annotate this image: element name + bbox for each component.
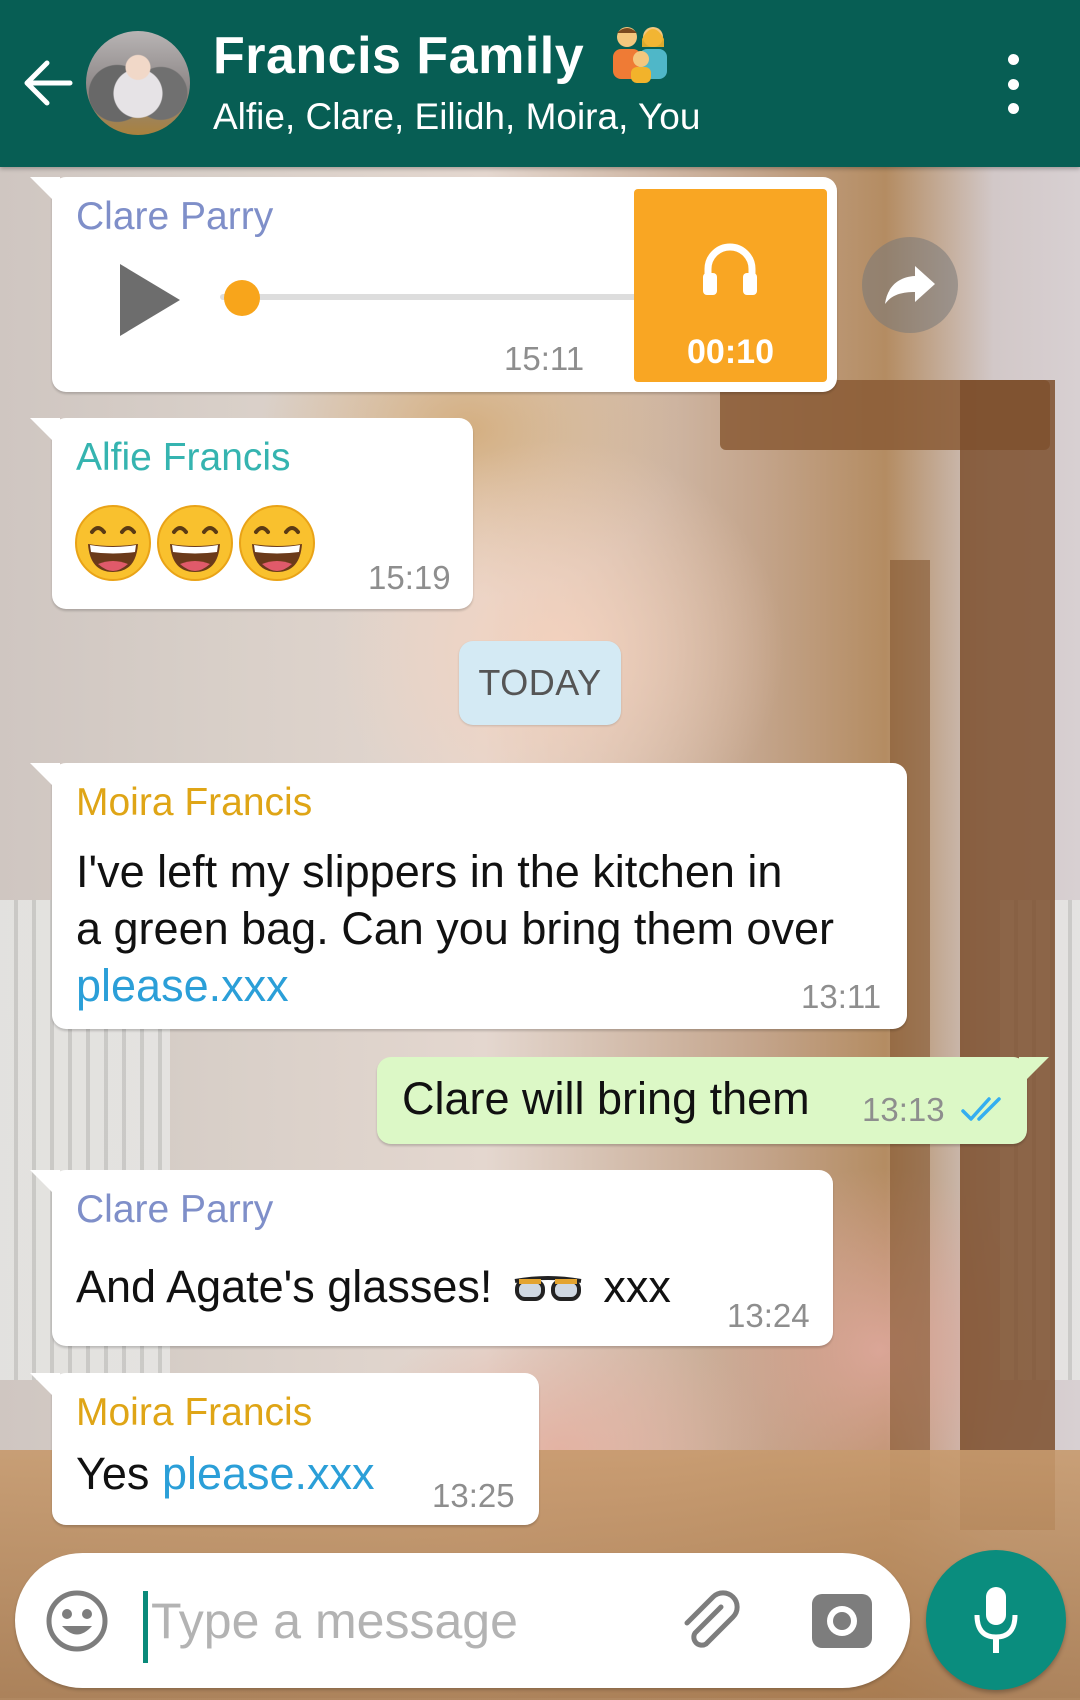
message-input[interactable]: [151, 1587, 631, 1655]
chat-header: Francis Family Alfie, Clare, Eilidh, Moi…: [0, 0, 1080, 167]
sender-name: Clare Parry: [76, 1188, 274, 1231]
grinning-face-icon: [75, 505, 151, 581]
back-button[interactable]: [18, 48, 78, 118]
forward-icon: [885, 266, 935, 304]
voice-thumbnail: 00:10: [634, 189, 827, 382]
double-check-read-icon: [961, 1097, 1001, 1121]
emoji-icon[interactable]: [45, 1589, 109, 1653]
grinning-face-icon: [239, 505, 315, 581]
voice-message-bubble: Clare Parry 15:11 00:10: [30, 177, 837, 392]
family-icon: [613, 27, 668, 84]
message-text: Clare will bring them: [402, 1073, 810, 1124]
message-line: I've left my slippers in the kitchen in: [76, 846, 783, 897]
date-divider: TODAY: [459, 641, 621, 725]
voice-duration: 00:10: [687, 333, 774, 371]
voice-progress-handle[interactable]: [224, 280, 260, 316]
paperclip-icon[interactable]: [675, 1587, 745, 1657]
headphones-icon: [703, 243, 757, 295]
more-options-button[interactable]: [995, 54, 1031, 114]
message-text: And Agate's glasses! xxx: [76, 1258, 671, 1315]
message-text-part: xxx: [603, 1261, 671, 1312]
emoji-row: [74, 504, 320, 582]
message-time: 15:19: [368, 559, 451, 596]
forward-button[interactable]: [862, 237, 958, 333]
message-bubble: Moira Francis Yes please.xxx 13:25: [30, 1373, 539, 1525]
sender-name: Moira Francis: [76, 1391, 313, 1434]
message-bubble: Moira Francis I've left my slippers in t…: [30, 763, 907, 1029]
play-icon[interactable]: [114, 260, 184, 340]
outgoing-message-bubble: Clare will bring them 13:13: [377, 1057, 1049, 1144]
message-composer: [15, 1553, 910, 1688]
arrow-left-icon: [24, 60, 73, 106]
message-bubble: Clare Parry And Agate's glasses! xxx 13:…: [30, 1170, 833, 1346]
menu-dot: [1007, 103, 1019, 114]
voice-record-button[interactable]: [926, 1550, 1066, 1690]
message-bubble: Alfie Francis 15:19: [30, 418, 473, 609]
text-cursor: [143, 1591, 148, 1663]
message-time: 13:11: [801, 978, 882, 1015]
voice-progress-track[interactable]: [220, 294, 645, 300]
sender-name: Clare Parry: [76, 195, 274, 238]
group-title-text: Francis Family: [213, 27, 585, 85]
camera-icon[interactable]: [810, 1588, 874, 1652]
message-time: 13:13: [862, 1091, 945, 1128]
message-text-part: Yes: [76, 1448, 150, 1499]
message-time: 13:24: [727, 1297, 810, 1334]
message-time: 13:25: [432, 1477, 515, 1514]
message-text: I've left my slippers in the kitchen in …: [76, 843, 834, 1014]
menu-dot: [1007, 78, 1019, 90]
message-text: Yes please.xxx: [76, 1445, 375, 1502]
message-link[interactable]: please.xxx: [162, 1448, 375, 1499]
message-line: a green bag. Can you bring them over: [76, 903, 834, 954]
group-title[interactable]: Francis Family: [213, 26, 673, 89]
sender-name: Moira Francis: [76, 781, 313, 824]
group-members[interactable]: Alfie, Clare, Eilidh, Moira, You: [213, 96, 700, 138]
more-vert-icon: [1007, 54, 1019, 65]
message-time: 15:11: [504, 340, 585, 377]
microphone-icon: [974, 1587, 1018, 1653]
message-text-part: And Agate's glasses!: [76, 1261, 493, 1312]
group-avatar[interactable]: [86, 31, 190, 135]
message-link[interactable]: please.xxx: [76, 957, 834, 1014]
sender-name: Alfie Francis: [76, 436, 291, 479]
glasses-icon: [514, 1276, 582, 1302]
grinning-face-icon: [157, 505, 233, 581]
